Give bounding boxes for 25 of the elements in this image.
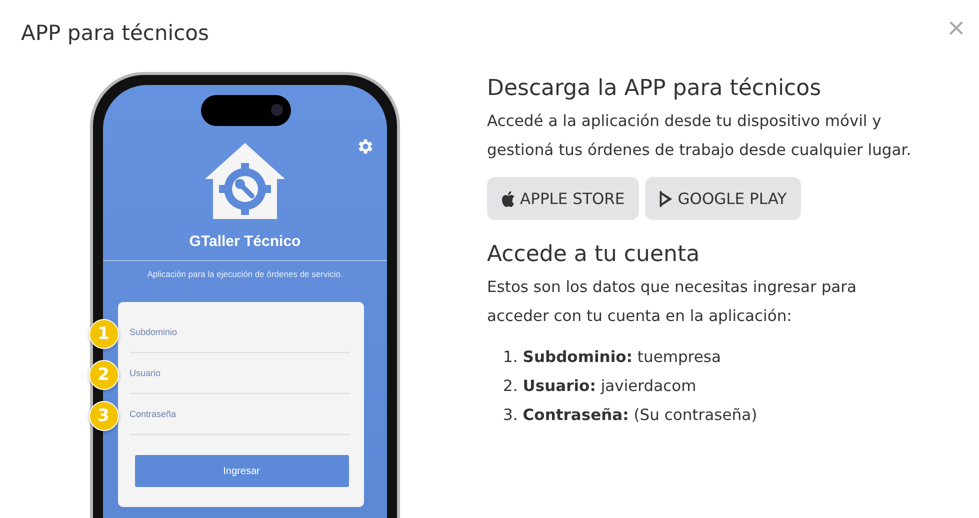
store-button[interactable]: GOOGLE PLAY <box>644 177 801 220</box>
credential-text: Contraseña: (Su contraseña) <box>522 405 758 426</box>
apple-icon <box>501 190 515 206</box>
store-button[interactable]: APPLE STORE <box>487 177 639 220</box>
app-name: GTaller Técnico <box>189 233 301 250</box>
list-number: 2. <box>503 376 518 397</box>
number-badge: 2 <box>88 360 118 390</box>
play-icon <box>658 190 673 206</box>
app-subtitle: Aplicación para la ejecución de órdenes de servicio. <box>147 269 343 279</box>
number-badge: 3 <box>88 401 118 431</box>
settings-icon[interactable] <box>356 137 375 156</box>
list-number: 3. <box>503 405 518 426</box>
number-badge: 1 <box>88 319 118 349</box>
input-field[interactable]: Subdominio <box>130 312 350 353</box>
credential-text: Subdominio: tuempresa <box>522 347 721 368</box>
section-heading: Accede a tu cuenta <box>487 242 701 267</box>
credential-text: Usuario: javierdacom <box>522 376 696 397</box>
modal-title: APP para técnicos <box>21 21 209 45</box>
input-field[interactable]: Contraseña <box>130 394 350 435</box>
description-text: Estos son los datos que necesitas ingresar para acceder con tu cuenta en la aplicación: <box>487 277 858 327</box>
list-number: 1. <box>503 347 518 368</box>
input-field[interactable]: Usuario <box>130 353 350 394</box>
house-gear-logo-icon <box>203 141 287 221</box>
section-heading: Descarga la APP para técnicos <box>487 76 822 101</box>
description-text: Accedé a la aplicación desde tu dispositivo móvil y gestioná tus órdenes de trabajo desde cualquier lugar. <box>487 111 912 161</box>
